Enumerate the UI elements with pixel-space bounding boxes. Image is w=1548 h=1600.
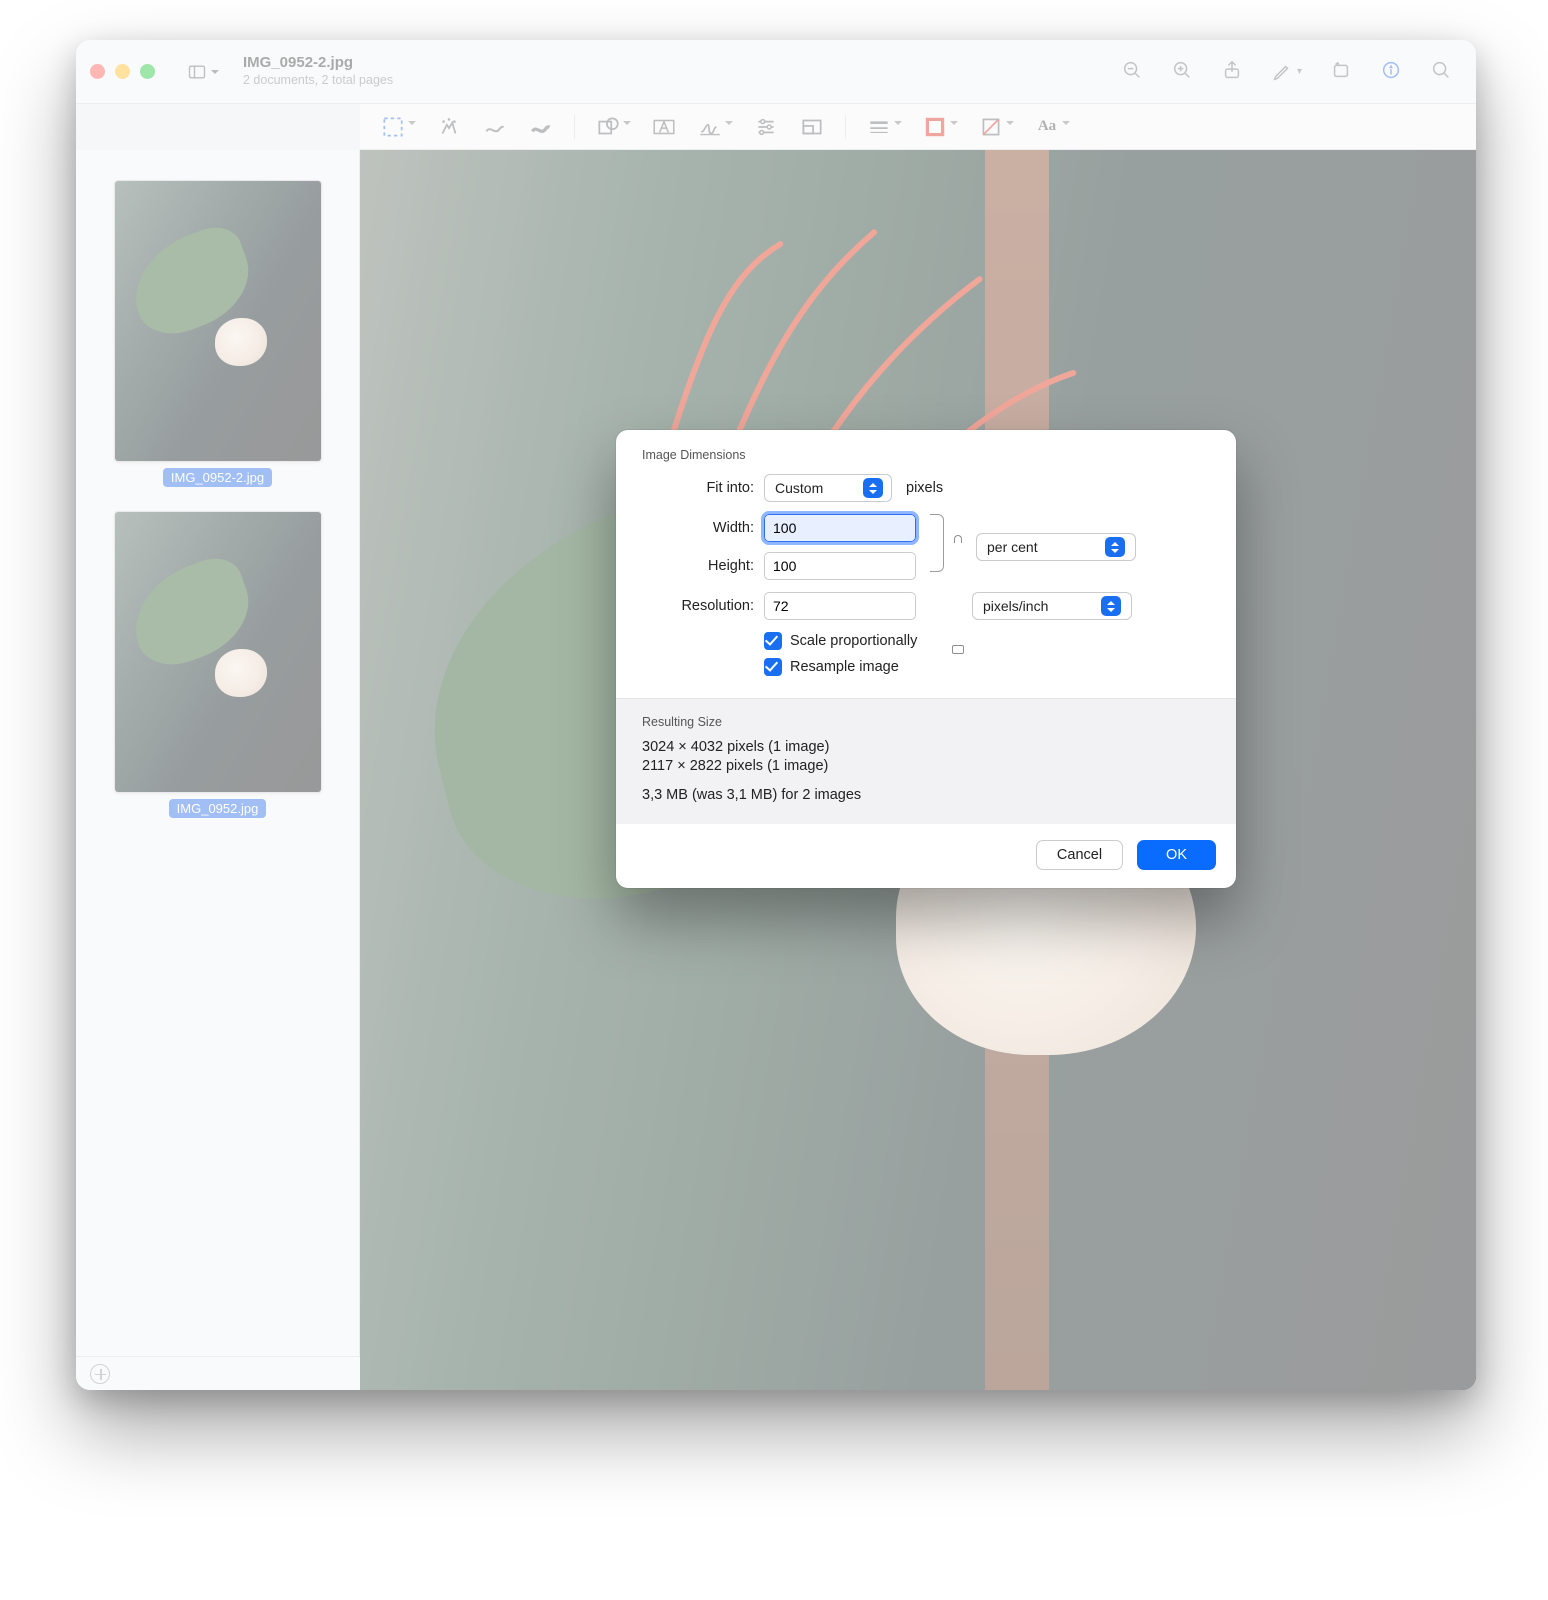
sidebar-toggle-button[interactable] xyxy=(181,56,225,88)
section-title-dimensions: Image Dimensions xyxy=(642,448,1210,462)
search-button[interactable] xyxy=(1430,59,1452,84)
window-subtitle: 2 documents, 2 total pages xyxy=(243,73,393,89)
lock-aspect-control[interactable] xyxy=(930,514,966,572)
fit-into-suffix: pixels xyxy=(906,480,943,496)
sketch-button[interactable] xyxy=(482,114,508,140)
fit-into-label: Fit into: xyxy=(642,480,754,496)
resolution-unit-value: pixels/inch xyxy=(983,598,1093,614)
cancel-button[interactable]: Cancel xyxy=(1036,840,1123,870)
sidebar-footer xyxy=(76,1356,360,1390)
select-stepper-icon xyxy=(1101,596,1121,616)
sign-button[interactable] xyxy=(697,114,733,140)
result-line: 3024 × 4032 pixels (1 image) xyxy=(642,739,1210,755)
wh-unit-value: per cent xyxy=(987,539,1097,555)
fill-color-button[interactable] xyxy=(978,114,1014,140)
info-button[interactable] xyxy=(1380,59,1402,84)
thumbnail-label: IMG_0952.jpg xyxy=(169,799,267,818)
adjust-size-button[interactable] xyxy=(799,114,825,140)
height-label: Height: xyxy=(642,558,754,574)
border-style-button[interactable] xyxy=(866,114,902,140)
width-input[interactable] xyxy=(764,514,916,542)
thumbnail-item[interactable] xyxy=(114,180,322,462)
preview-window: IMG_0952-2.jpg 2 documents, 2 total page… xyxy=(76,40,1476,1390)
scale-proportionally-checkbox[interactable] xyxy=(764,632,782,650)
draw-button[interactable] xyxy=(528,114,554,140)
text-button[interactable] xyxy=(651,114,677,140)
thumbnail-label: IMG_0952-2.jpg xyxy=(163,468,272,487)
ok-button[interactable]: OK xyxy=(1137,840,1216,870)
minimize-window-button[interactable] xyxy=(115,64,130,79)
adjust-size-dialog: Image Dimensions Fit into: Custom pixels… xyxy=(616,430,1236,888)
section-title-result: Resulting Size xyxy=(642,715,1210,729)
lock-icon xyxy=(950,535,966,551)
adjust-color-button[interactable] xyxy=(753,114,779,140)
zoom-in-button[interactable] xyxy=(1171,59,1193,84)
window-title: IMG_0952-2.jpg xyxy=(243,54,393,73)
fit-into-select[interactable]: Custom xyxy=(764,474,892,502)
select-stepper-icon xyxy=(863,478,883,498)
thumbnails-sidebar[interactable]: IMG_0952-2.jpg IMG_0952.jpg xyxy=(76,150,360,1390)
select-stepper-icon xyxy=(1105,537,1125,557)
window-controls xyxy=(90,64,155,79)
close-window-button[interactable] xyxy=(90,64,105,79)
zoom-out-button[interactable] xyxy=(1121,59,1143,84)
resolution-unit-select[interactable]: pixels/inch xyxy=(972,592,1132,620)
markup-button[interactable]: ▾ xyxy=(1271,61,1302,83)
selection-tool-button[interactable] xyxy=(380,114,416,140)
wh-unit-select[interactable]: per cent xyxy=(976,533,1136,561)
resample-image-checkbox[interactable] xyxy=(764,658,782,676)
height-input[interactable] xyxy=(764,552,916,580)
resolution-input[interactable] xyxy=(764,592,916,620)
zoom-window-button[interactable] xyxy=(140,64,155,79)
result-line: 3,3 MB (was 3,1 MB) for 2 images xyxy=(642,787,1210,803)
text-style-button[interactable]: Aa xyxy=(1034,114,1070,140)
border-color-button[interactable] xyxy=(922,114,958,140)
resolution-label: Resolution: xyxy=(642,598,754,614)
result-line: 2117 × 2822 pixels (1 image) xyxy=(642,758,1210,774)
width-label: Width: xyxy=(642,520,754,536)
titlebar: IMG_0952-2.jpg 2 documents, 2 total page… xyxy=(76,40,1476,104)
shapes-button[interactable] xyxy=(595,114,631,140)
resample-image-label: Resample image xyxy=(790,659,899,675)
rotate-button[interactable] xyxy=(1330,59,1352,84)
markup-toolbar: Aa xyxy=(360,104,1476,150)
toolbar-icons: ▾ xyxy=(1121,59,1462,84)
instant-alpha-button[interactable] xyxy=(436,114,462,140)
add-page-button[interactable] xyxy=(90,1364,110,1384)
share-button[interactable] xyxy=(1221,59,1243,84)
bracket-icon xyxy=(930,514,944,572)
scale-proportionally-label: Scale proportionally xyxy=(790,633,917,649)
title-block: IMG_0952-2.jpg 2 documents, 2 total page… xyxy=(243,54,393,88)
thumbnail-item[interactable] xyxy=(114,511,322,793)
chevron-down-icon: ▾ xyxy=(1297,66,1302,77)
fit-into-value: Custom xyxy=(775,480,855,496)
